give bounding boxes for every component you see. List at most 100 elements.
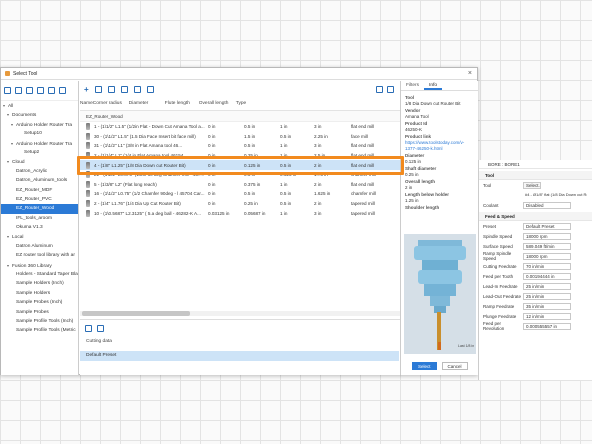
library-tree-item[interactable]: Setup2: [1, 148, 78, 157]
add-tool-icon[interactable]: +: [84, 85, 89, 94]
table-row[interactable]: 5 - (1\3/8" L2" (Flat long reach) 0 in 0.3…: [80, 180, 400, 190]
col-name-header[interactable]: Name: [80, 101, 93, 106]
property-row: #4 - Ø1/8" flat (1/8 Dia Down cut Router…: [479, 190, 592, 200]
col-corner-radius-header[interactable]: Corner radius: [93, 101, 129, 106]
property-row: Cutting Feedrate 70 in/min: [479, 261, 592, 271]
table-row[interactable]: 10 - (1\0.5687" L2.3125" ( 5.a deg ball …: [80, 208, 400, 218]
default-preset-row[interactable]: Default Preset: [80, 351, 399, 361]
library-tree-item[interactable]: ▾ All: [1, 101, 78, 110]
product-link[interactable]: https://www.toolstoday.com/v-1377-46250-…: [405, 140, 474, 152]
property-value-field[interactable]: 25 in/min: [523, 282, 571, 290]
library-tree-item[interactable]: ▾ Arduino Holder Router Tra: [1, 139, 78, 148]
library-tree-item[interactable]: ▾ Documents: [1, 110, 78, 119]
flute-length-cell: 0.5 in: [280, 201, 292, 207]
duplicate-tool-icon[interactable]: [133, 85, 141, 93]
property-value-field[interactable]: 35 in/min: [523, 302, 571, 310]
add-library-icon[interactable]: [15, 87, 22, 94]
library-tree-item[interactable]: ▾ Cloud: [1, 157, 78, 166]
property-value-field[interactable]: 12 in/min: [523, 312, 571, 320]
library-tree-item[interactable]: Sample Probes: [1, 308, 78, 317]
corner-radius-cell: 0 in: [208, 124, 216, 130]
diameter-cell: 0.05687 in: [244, 210, 266, 216]
tool-section-header[interactable]: Tool: [479, 171, 592, 180]
library-tree-item[interactable]: EZ_Router_PVC: [1, 195, 78, 204]
library-tree-item[interactable]: Sample Profile Tools (Inch): [1, 317, 78, 326]
library-tree-item[interactable]: Sample Probes (Inch): [1, 298, 78, 307]
property-value-field[interactable]: 18000 rpm: [523, 252, 571, 260]
library-tree-item[interactable]: Datron_Acrylic: [1, 167, 78, 176]
group-row[interactable]: EZ_Router_Wood: [80, 111, 400, 122]
library-tree-item[interactable]: Okuma V1.3: [1, 223, 78, 232]
property-value-field[interactable]: 0.000555557 in: [523, 322, 571, 330]
library-tree-item[interactable]: Datron Aluminum: [1, 242, 78, 251]
col-overall-length-header[interactable]: Overall length: [199, 101, 236, 106]
copy-library-icon[interactable]: [26, 87, 33, 94]
diameter-cell: 0.5 in: [244, 191, 256, 197]
library-tree-item[interactable]: ▾ Fusion 360 Library: [1, 261, 78, 270]
library-tree-item[interactable]: EZ router tool library with ar: [1, 251, 78, 260]
export-library-icon[interactable]: [48, 87, 55, 94]
operation-header: BORE : BORE1: [479, 160, 592, 169]
import-library-icon[interactable]: [37, 87, 44, 94]
library-tree-item[interactable]: Setup10: [1, 129, 78, 138]
property-value-field[interactable]: 589.049 ft/min: [523, 242, 571, 250]
new-library-icon[interactable]: [4, 87, 11, 94]
library-tree-item[interactable]: EZ_Router_MDF: [1, 186, 78, 195]
info-field-key: Shoulder length: [405, 205, 440, 211]
property-value-field[interactable]: 18000 rpm: [523, 232, 571, 240]
horizontal-scrollbar[interactable]: [80, 311, 400, 316]
paste-tool-icon[interactable]: [120, 85, 128, 93]
tab-filters[interactable]: Filters: [401, 81, 424, 90]
table-row[interactable]: 31 - (1\1/2" L1" (3/8 in Flat Amana tool…: [80, 141, 400, 151]
tool-info-fields: Tool 1/8 Dia Down cut Router Bit Vendor Ama…: [401, 91, 478, 214]
library-tree-label: Sample Profile Tools (Inch): [16, 318, 74, 324]
col-type-header[interactable]: Type: [236, 101, 284, 106]
library-tree-label: Cloud: [12, 160, 25, 166]
property-value-field[interactable]: #4 - Ø1/8" flat (1/8 Dia Down cut Router…: [523, 191, 587, 199]
table-row[interactable]: 16 - (1\1/2" L0.75" (1/2 Chamfer 90deg -…: [80, 189, 400, 199]
delete-tool-icon[interactable]: [146, 85, 154, 93]
library-tree-item[interactable]: Holders - Standard Taper Bla: [1, 270, 78, 279]
library-tree-item[interactable]: IFL_tools_aroom: [1, 214, 78, 223]
select-button[interactable]: Select: [412, 362, 437, 370]
col-flute-length-header[interactable]: Flute length: [165, 101, 199, 106]
table-row[interactable]: 2 - (1\4" L1.76" (1/4 Dia Up Cut Router …: [80, 199, 400, 209]
delete-preset-icon[interactable]: [97, 325, 104, 332]
property-value-field[interactable]: Default Preset: [523, 222, 571, 230]
library-tree-item[interactable]: ▾ Arduino Holder Router Tra: [1, 120, 78, 129]
flute-length-cell: 1 in: [280, 181, 288, 187]
property-label: Lead-Out Feedrate: [483, 293, 522, 299]
cancel-button[interactable]: Cancel: [441, 362, 468, 370]
property-value-field[interactable]: Select...: [523, 181, 541, 189]
view-grid-icon[interactable]: [387, 85, 394, 93]
view-list-icon[interactable]: [376, 85, 383, 93]
property-value-field[interactable]: 25 in/min: [523, 292, 571, 300]
property-value-field[interactable]: 0.00194444 in: [523, 272, 571, 280]
edit-preset-icon[interactable]: [85, 325, 92, 332]
library-tree-item[interactable]: Sample Holders (Inch): [1, 279, 78, 288]
library-tree-label: Sample Holders (Inch): [16, 281, 64, 287]
feed-section-header[interactable]: Feed & Speed: [479, 212, 592, 221]
tab-info[interactable]: Info: [424, 81, 443, 90]
delete-library-icon[interactable]: [59, 87, 66, 94]
library-tree-item[interactable]: EZ_Router_Wood: [1, 204, 78, 214]
edit-tool-icon[interactable]: [94, 85, 102, 93]
library-tree-item[interactable]: Sample Holders: [1, 289, 78, 298]
corner-radius-cell: 0 in: [208, 201, 216, 207]
type-cell: face mill: [351, 133, 368, 139]
diameter-cell: 0.375 in: [244, 181, 261, 187]
library-tree-item[interactable]: Sample Profile Tools (Metric: [1, 326, 78, 335]
close-icon[interactable]: ×: [468, 70, 472, 77]
library-tree-item[interactable]: Datron_Aluminum_tools: [1, 176, 78, 185]
library-tree-item[interactable]: ▾ Local: [1, 232, 78, 241]
col-diameter-header[interactable]: Diameter: [129, 101, 165, 106]
copy-tool-icon[interactable]: [107, 85, 115, 93]
library-tree-label: IFL_tools_aroom: [16, 215, 52, 221]
property-row: Ramp Spindle Speed 18000 rpm: [479, 251, 592, 261]
table-row[interactable]: 1 - (1\1/2" L1.5" (1/2in Flat - Down Cut…: [80, 122, 400, 132]
table-row[interactable]: 30 - (1\1/2" L1.5" (1.5 Dia Face Insert …: [80, 132, 400, 142]
library-tree-label: EZ router tool library with ar: [16, 253, 75, 259]
tool-preview[interactable]: Last 1/8 in: [404, 234, 476, 354]
property-value-field[interactable]: Disabled: [523, 201, 571, 209]
property-value-field[interactable]: 70 in/min: [523, 262, 571, 270]
